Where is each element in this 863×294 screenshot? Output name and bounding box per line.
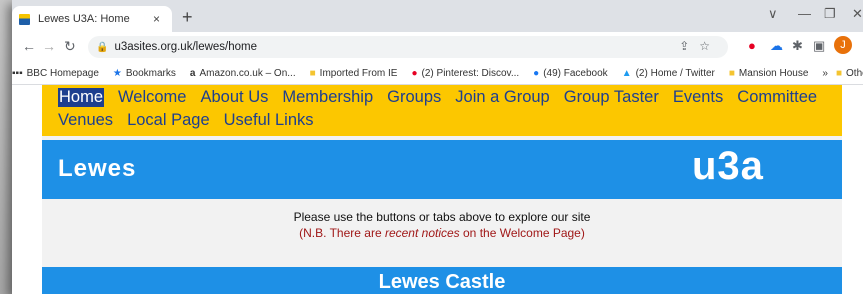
tab-close-button[interactable]: × xyxy=(153,12,160,26)
menu-membership[interactable]: Membership xyxy=(282,88,373,107)
site-menu: Home Welcome About Us Membership Groups … xyxy=(42,85,842,136)
twitter-icon: ▲ xyxy=(621,67,632,79)
browser-toolbar: ← → ↻ 🔒 u3asites.org.uk/lewes/home ⇪☆ ● … xyxy=(12,32,863,62)
menu-row-1: Home Welcome About Us Membership Groups … xyxy=(58,88,831,107)
notice-line-1: Please use the buttons or tabs above to … xyxy=(293,210,591,224)
bookmark-item[interactable]: ● (2) Pinterest: Discov... xyxy=(411,68,519,79)
pinterest-extension-icon[interactable]: ● xyxy=(748,38,756,53)
star-icon: ★ xyxy=(112,67,122,79)
side-panel-icon[interactable]: ▣ xyxy=(813,38,825,54)
bookmark-item[interactable]: a Amazon.co.uk – On... xyxy=(190,68,296,79)
amazon-icon: a xyxy=(189,67,196,79)
bookmark-item[interactable]: ■ Mansion House xyxy=(729,68,809,79)
notice-text: Please use the buttons or tabs above to … xyxy=(42,209,842,241)
menu-join-a-group[interactable]: Join a Group xyxy=(455,88,549,107)
bookmark-label: (49) Facebook xyxy=(543,67,608,79)
facebook-icon: ● xyxy=(533,67,540,79)
bookmark-label: Mansion House xyxy=(738,67,809,79)
page-viewport: Home Welcome About Us Membership Groups … xyxy=(12,85,863,294)
bookmark-label: (2) Pinterest: Discov... xyxy=(421,67,520,79)
grid-icon: ▪▪▪ xyxy=(12,67,23,79)
other-bookmarks-label: Other bookmarks xyxy=(846,67,863,79)
menu-useful-links[interactable]: Useful Links xyxy=(224,111,314,130)
menu-groups[interactable]: Groups xyxy=(387,88,441,107)
minimize-button[interactable]: — xyxy=(798,6,811,21)
site-container: Home Welcome About Us Membership Groups … xyxy=(42,85,842,294)
tab-search-icon[interactable]: ∨ xyxy=(768,6,778,22)
profile-avatar[interactable]: J xyxy=(834,36,852,54)
url-text[interactable]: u3asites.org.uk/lewes/home xyxy=(114,41,257,53)
folder-icon: ■ xyxy=(835,67,843,79)
bookmark-item[interactable]: ★ Bookmarks xyxy=(113,68,176,79)
site-banner: Lewes u3a xyxy=(42,140,842,199)
bookmark-item[interactable]: ▲ (2) Home / Twitter xyxy=(622,68,715,79)
tab-strip: Lewes U3A: Home × + ∨ — ❐ ✕ xyxy=(12,0,863,32)
maximize-button[interactable]: ❐ xyxy=(824,6,836,22)
notice-line-2-end: on the Welcome Page) xyxy=(459,226,585,240)
menu-welcome[interactable]: Welcome xyxy=(118,88,186,107)
notice-line-2-start: (N.B. There are xyxy=(299,226,385,240)
address-bar[interactable]: 🔒 u3asites.org.uk/lewes/home ⇪☆ xyxy=(88,36,728,58)
bookmark-item[interactable]: ● (49) Facebook xyxy=(533,68,608,79)
menu-committee[interactable]: Committee xyxy=(737,88,817,107)
bookmark-label: Imported From IE xyxy=(319,67,398,79)
back-icon[interactable]: ← xyxy=(22,38,36,54)
folder-icon: ■ xyxy=(309,67,316,79)
other-bookmarks-folder[interactable]: ■Other bookmarks xyxy=(836,68,863,79)
menu-home[interactable]: Home xyxy=(58,88,105,107)
lock-icon: 🔒 xyxy=(96,41,109,53)
close-window-button[interactable]: ✕ xyxy=(852,6,863,22)
screenshot: Lewes U3A: Home × + ∨ — ❐ ✕ ← → ↻ 🔒 u3as… xyxy=(0,0,863,294)
reload-icon[interactable]: ↻ xyxy=(64,38,76,55)
bookmark-label: Amazon.co.uk – On... xyxy=(199,67,296,79)
bookmark-item[interactable]: ■ Imported From IE xyxy=(310,68,398,79)
folder-icon: ■ xyxy=(728,67,735,79)
bookmark-item[interactable]: ▪▪▪ BBC Homepage xyxy=(12,68,99,79)
menu-row-2: Venues Local Page Useful Links xyxy=(58,111,328,130)
extensions-puzzle-icon[interactable]: ✱ xyxy=(792,38,803,54)
menu-events[interactable]: Events xyxy=(673,88,723,107)
menu-about-us[interactable]: About Us xyxy=(200,88,268,107)
pinterest-icon: ● xyxy=(411,67,418,79)
site-name: Lewes xyxy=(58,155,137,182)
bookmarks-overflow-button[interactable]: » xyxy=(822,68,828,79)
cloud-extension-icon[interactable]: ☁ xyxy=(770,38,783,54)
browser-tab[interactable]: Lewes U3A: Home × xyxy=(12,6,172,32)
notice-line-2: (N.B. There are recent notices on the We… xyxy=(42,225,842,241)
menu-group-taster[interactable]: Group Taster xyxy=(564,88,659,107)
section-header: Lewes Castle xyxy=(42,267,842,294)
tab-title: Lewes U3A: Home xyxy=(38,13,130,25)
forward-icon[interactable]: → xyxy=(42,38,56,54)
u3a-favicon-icon xyxy=(19,13,30,25)
bookmarks-bar: ▪▪▪ BBC Homepage ★ Bookmarks a Amazon.co.uk… xyxy=(12,62,863,85)
section-title: Lewes Castle xyxy=(378,271,506,293)
recent-notices-emphasis: recent notices xyxy=(384,226,460,240)
menu-local-page[interactable]: Local Page xyxy=(127,111,210,130)
bookmark-label: Bookmarks xyxy=(125,67,176,79)
browser-window: Lewes U3A: Home × + ∨ — ❐ ✕ ← → ↻ 🔒 u3as… xyxy=(12,0,863,294)
share-and-bookmark-icons[interactable]: ⇪☆ xyxy=(679,39,720,53)
bookmark-label: (2) Home / Twitter xyxy=(635,67,715,79)
new-tab-button[interactable]: + xyxy=(182,7,193,28)
menu-venues[interactable]: Venues xyxy=(58,111,113,130)
u3a-logo: u3a xyxy=(692,144,764,188)
bookmark-label: BBC Homepage xyxy=(26,67,99,79)
